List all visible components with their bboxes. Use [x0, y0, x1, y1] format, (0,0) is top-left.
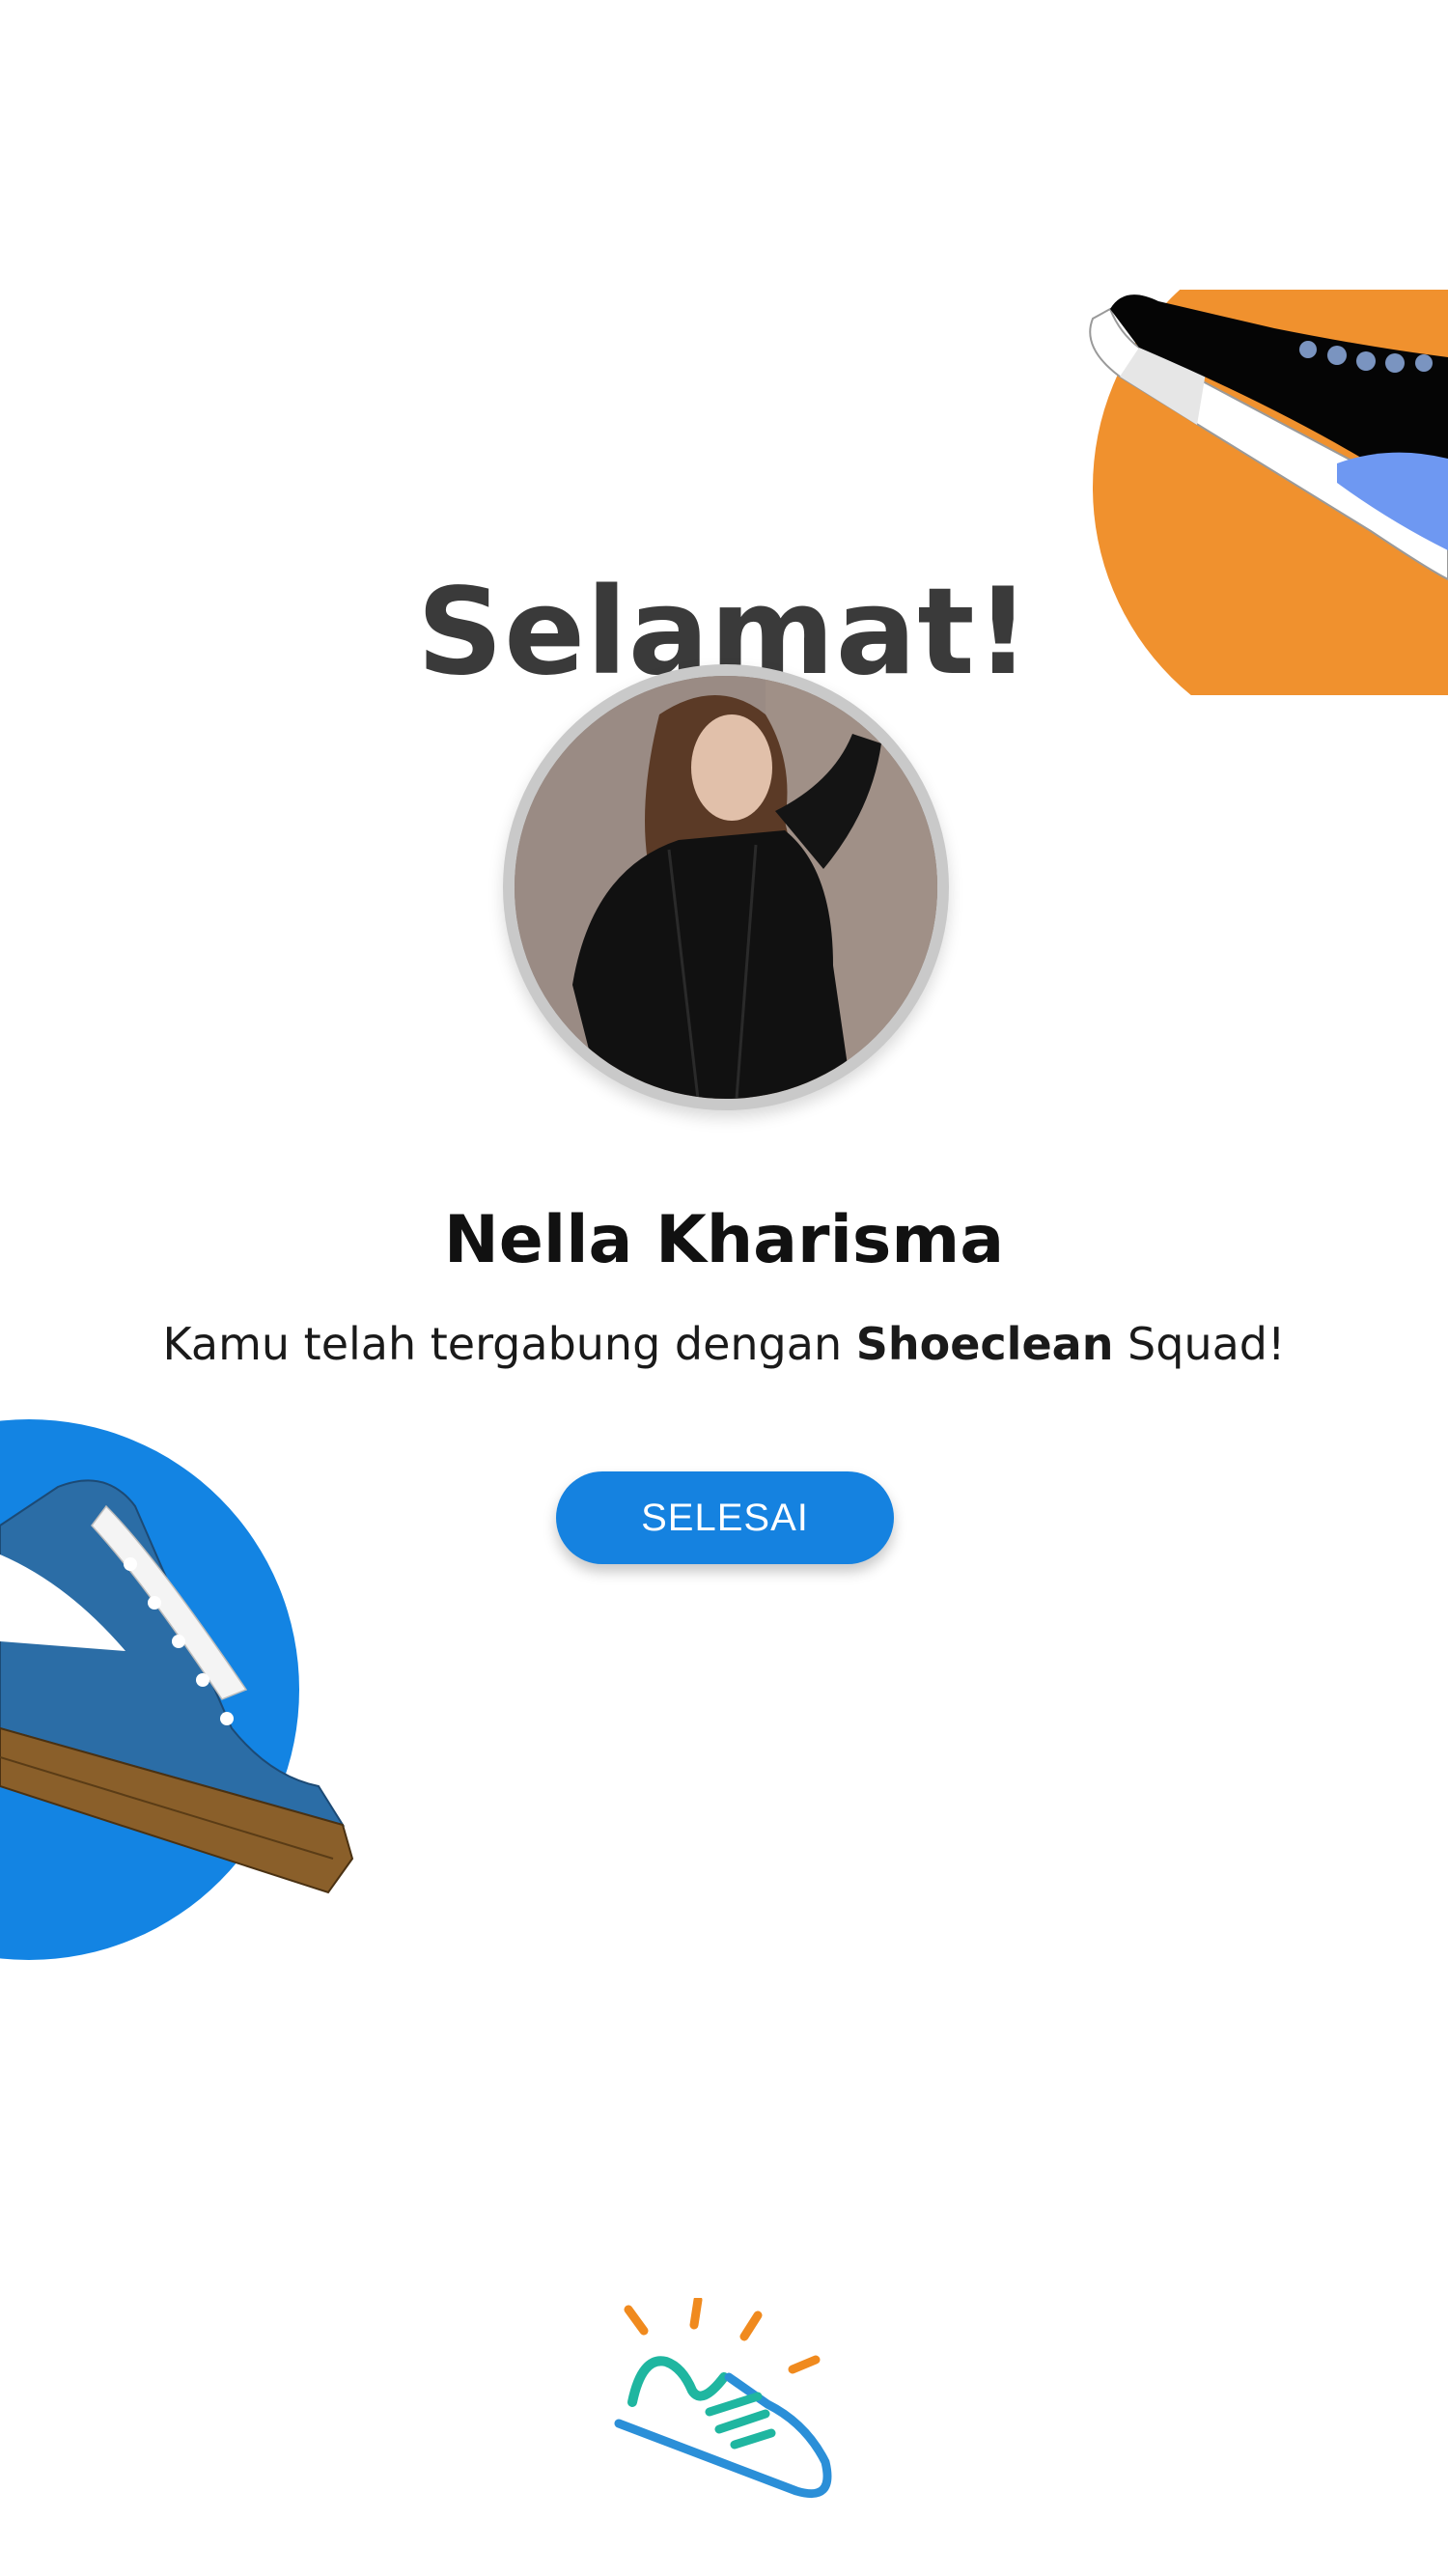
brand-name: Shoeclean — [855, 1318, 1114, 1370]
message-prefix: Kamu telah tergabung dengan — [162, 1318, 856, 1370]
profile-photo — [515, 676, 937, 1099]
profile-photo-icon — [515, 676, 937, 1099]
congratulations-screen: Selamat! Nella Kharisma Kamu telah terga… — [0, 0, 1448, 2576]
avatar-frame — [503, 664, 949, 1110]
sneaker-illustration-left — [0, 1410, 367, 1970]
welcome-message: Kamu telah tergabung dengan Shoeclean Sq… — [0, 1318, 1448, 1370]
shoeclean-logo-icon — [613, 2298, 845, 2510]
done-button[interactable]: SELESAI — [556, 1471, 894, 1564]
user-name: Nella Kharisma — [443, 1202, 1005, 1278]
message-suffix: Squad! — [1113, 1318, 1286, 1370]
